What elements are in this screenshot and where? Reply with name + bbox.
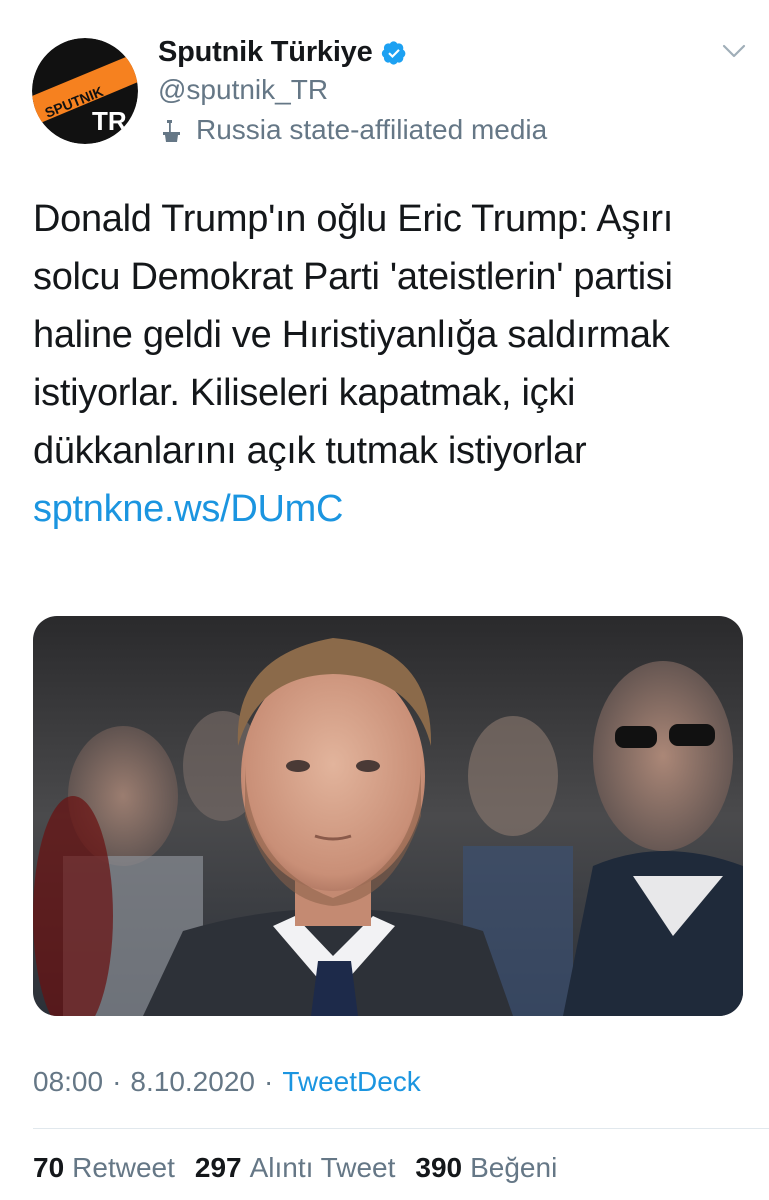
meta-separator: ·: [112, 1066, 122, 1097]
likes-count: 390: [415, 1152, 463, 1183]
retweets-stat[interactable]: 70 Retweet: [33, 1152, 175, 1184]
likes-label: Beğeni: [470, 1152, 558, 1183]
tweet-date[interactable]: 8.10.2020: [130, 1066, 255, 1098]
state-media-label-text: Russia state-affiliated media: [196, 114, 548, 145]
tweet-stats: 70 Retweet 297 Alıntı Tweet 390 Beğeni: [33, 1152, 577, 1184]
tweet-text-body: Donald Trump'ın oğlu Eric Trump: Aşırı s…: [33, 198, 673, 472]
meta-separator: ·: [263, 1066, 274, 1097]
chevron-down-icon[interactable]: [721, 42, 747, 60]
author-name-row[interactable]: Sputnik Türkiye: [158, 36, 407, 69]
likes-stat[interactable]: 390 Beğeni: [415, 1152, 557, 1184]
quote-tweets-stat[interactable]: 297 Alıntı Tweet: [195, 1152, 396, 1184]
retweets-label: Retweet: [72, 1152, 175, 1183]
display-name[interactable]: Sputnik Türkiye: [158, 36, 373, 69]
tweet-text: Donald Trump'ın oğlu Eric Trump: Aşırı s…: [33, 190, 753, 538]
verified-badge-icon: [381, 40, 407, 66]
tweet-meta: 08:00 · 8.10.2020 · TweetDeck: [33, 1066, 421, 1098]
author-handle[interactable]: @sputnik_TR: [158, 74, 328, 106]
tweet: SPUTNIK TR Sputnik Türkiye @sputnik_TR R…: [0, 0, 769, 1200]
quote-tweets-count: 297: [194, 1152, 242, 1183]
tweet-source[interactable]: TweetDeck: [282, 1066, 421, 1098]
avatar[interactable]: SPUTNIK TR: [32, 38, 138, 144]
state-media-label[interactable]: Russia state-affiliated media: [158, 114, 547, 146]
avatar-text-bottom: TR: [92, 106, 127, 136]
tweet-photo[interactable]: [33, 616, 743, 1016]
retweets-count: 70: [33, 1152, 65, 1183]
tweet-link[interactable]: sptnkne.ws/DUmC: [33, 488, 343, 530]
quote-tweets-label: Alıntı Tweet: [249, 1152, 396, 1183]
state-media-podium-icon: [158, 116, 186, 144]
divider: [33, 1128, 769, 1129]
tweet-time[interactable]: 08:00: [33, 1066, 103, 1098]
